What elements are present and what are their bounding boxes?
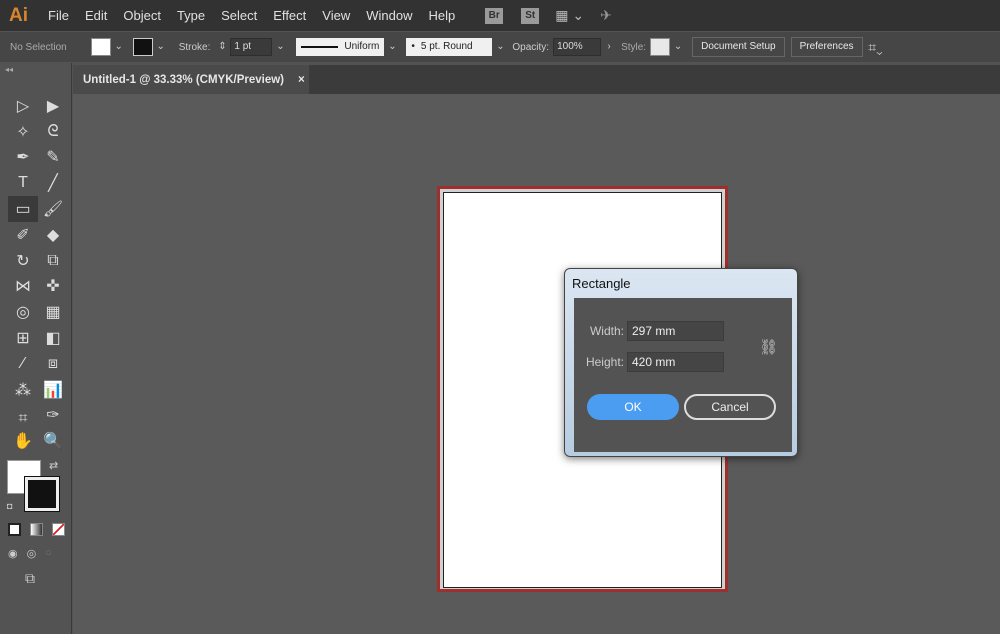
stroke-weight-input[interactable]: 1 pt bbox=[230, 38, 273, 56]
rotate-tool[interactable]: ↻ bbox=[8, 248, 38, 274]
control-bar: No Selection ⌄ ⌄ Stroke: ⇕ 1 pt ⌄ Unifor… bbox=[0, 32, 1000, 62]
gradient-tool[interactable]: ◧ bbox=[38, 325, 68, 351]
menu-select[interactable]: Select bbox=[213, 8, 265, 23]
puppet-warp-tool[interactable]: ✜ bbox=[38, 274, 68, 300]
profile-label: Uniform bbox=[344, 41, 380, 52]
gpu-performance-icon[interactable]: ✈ bbox=[600, 7, 612, 24]
draw-behind-icon[interactable]: ◎ bbox=[27, 547, 37, 560]
document-tab-bar: Untitled-1 @ 33.33% (CMYK/Preview) × bbox=[73, 65, 1000, 94]
pen-tool[interactable]: ✒ bbox=[8, 145, 38, 171]
gradient-mode-icon[interactable] bbox=[30, 523, 43, 536]
shape-builder-tool[interactable]: ◎ bbox=[8, 299, 38, 325]
stroke-dropdown-icon[interactable]: ⌄ bbox=[153, 38, 169, 56]
opacity-arrow-icon[interactable]: › bbox=[601, 38, 617, 56]
width-tool[interactable]: ⋈ bbox=[8, 274, 38, 300]
screen-mode-icon[interactable]: ⧉ bbox=[25, 570, 35, 587]
fill-swatch[interactable] bbox=[90, 38, 111, 56]
stroke-swatch[interactable] bbox=[132, 38, 153, 56]
ok-button[interactable]: OK bbox=[587, 394, 679, 420]
document-setup-button[interactable]: Document Setup bbox=[692, 37, 785, 57]
rectangle-tool[interactable]: ▭ bbox=[8, 196, 38, 222]
symbol-sprayer-tool[interactable]: ⁂ bbox=[8, 377, 38, 403]
bridge-icon[interactable]: Br bbox=[485, 7, 504, 24]
tools-panel: ◂◂ ▷ ▶ ✧ ᘓ ✒ ✎ T ╱ ▭ 🖌 ✐ ◆ ↻ ⧉ ⋈ ✜ ◎ ▦ ⊞ ◧ ⁄ ⧈ ⁂ 📊 ⌗ ✑ ✋ 🔍 ⇄ ◘ ◉ ◎ … bbox=[0, 63, 72, 634]
column-graph-tool[interactable]: 📊 bbox=[38, 377, 68, 403]
document-tab[interactable]: Untitled-1 @ 33.33% (CMYK/Preview) × bbox=[73, 65, 309, 94]
menu-bar: Ai File Edit Object Type Select Effect V… bbox=[0, 0, 1000, 31]
menu-type[interactable]: Type bbox=[169, 8, 213, 23]
rectangle-dialog: Rectangle Width: 297 mm Height: 420 mm ⛓ O… bbox=[564, 268, 798, 457]
width-label: Width: bbox=[589, 324, 624, 338]
brush-dropdown-icon[interactable]: ⌄ bbox=[492, 38, 508, 56]
slice-tool[interactable]: ✑ bbox=[38, 403, 68, 429]
blend-tool[interactable]: ⧈ bbox=[38, 351, 68, 377]
zoom-tool[interactable]: 🔍 bbox=[38, 428, 68, 454]
opacity-label: Opacity: bbox=[512, 41, 550, 53]
line-tool[interactable]: ╱ bbox=[38, 170, 68, 196]
menu-object[interactable]: Object bbox=[115, 8, 169, 23]
eraser-tool[interactable]: ◆ bbox=[38, 222, 68, 248]
scale-tool[interactable]: ⧉ bbox=[38, 248, 68, 274]
paintbrush-tool[interactable]: 🖌 bbox=[38, 196, 68, 222]
color-mode-icon[interactable] bbox=[8, 523, 21, 536]
cancel-button[interactable]: Cancel bbox=[684, 394, 776, 420]
variable-width-profile[interactable]: Uniform bbox=[296, 38, 385, 56]
style-label: Style: bbox=[621, 41, 647, 53]
lasso-tool[interactable]: ᘓ bbox=[38, 119, 68, 145]
draw-inside-icon[interactable]: ○ bbox=[45, 547, 52, 560]
menu-window[interactable]: Window bbox=[358, 8, 420, 23]
opacity-input[interactable]: 100% bbox=[553, 38, 602, 56]
shaper-tool[interactable]: ✐ bbox=[8, 222, 38, 248]
magic-wand-tool[interactable]: ✧ bbox=[8, 119, 38, 145]
fill-dropdown-icon[interactable]: ⌄ bbox=[111, 38, 127, 56]
none-mode-icon[interactable] bbox=[52, 523, 65, 536]
selection-status: No Selection bbox=[10, 41, 67, 53]
swap-colors-icon[interactable]: ⇄ bbox=[49, 459, 58, 472]
collapse-icon[interactable]: ◂◂ bbox=[5, 65, 13, 74]
stock-icon[interactable]: St bbox=[521, 7, 540, 24]
dialog-title: Rectangle bbox=[572, 276, 631, 291]
menu-file[interactable]: File bbox=[40, 8, 77, 23]
type-tool[interactable]: T bbox=[8, 170, 38, 196]
direct-selection-tool[interactable]: ▶ bbox=[38, 93, 68, 119]
app-logo: Ai bbox=[9, 4, 28, 26]
preferences-button[interactable]: Preferences bbox=[790, 37, 863, 57]
stroke-stepper[interactable]: ⇕ bbox=[214, 38, 230, 56]
style-swatch[interactable] bbox=[650, 38, 671, 56]
default-colors-icon[interactable]: ◘ bbox=[7, 501, 12, 511]
eyedropper-tool[interactable]: ⁄ bbox=[8, 351, 38, 377]
height-label: Height: bbox=[585, 355, 624, 369]
selection-tool[interactable]: ▷ bbox=[8, 93, 38, 119]
draw-normal-icon[interactable]: ◉ bbox=[8, 547, 18, 560]
constrain-proportions-icon[interactable]: ⛓ bbox=[759, 338, 778, 356]
brush-definition[interactable]: • 5 pt. Round bbox=[406, 38, 493, 56]
arrange-documents-icon[interactable]: ⌗⌄ bbox=[863, 38, 889, 56]
document-tab-title: Untitled-1 @ 33.33% (CMYK/Preview) bbox=[83, 73, 285, 86]
style-dropdown-icon[interactable]: ⌄ bbox=[670, 38, 686, 56]
artboard-tool[interactable]: ⌗ bbox=[8, 410, 38, 429]
menu-view[interactable]: View bbox=[314, 8, 358, 23]
curvature-tool[interactable]: ✎ bbox=[38, 145, 68, 171]
menu-edit[interactable]: Edit bbox=[77, 8, 115, 23]
perspective-grid-tool[interactable]: ▦ bbox=[38, 299, 68, 325]
mesh-tool[interactable]: ⊞ bbox=[8, 325, 38, 351]
menu-effect[interactable]: Effect bbox=[265, 8, 314, 23]
close-icon[interactable]: × bbox=[298, 74, 305, 86]
profile-dropdown-icon[interactable]: ⌄ bbox=[384, 38, 400, 56]
width-input[interactable]: 297 mm bbox=[627, 321, 724, 341]
stroke-label: Stroke: bbox=[178, 41, 211, 53]
stroke-weight-dropdown[interactable]: ⌄ bbox=[272, 38, 288, 56]
brush-label: 5 pt. Round bbox=[420, 41, 473, 52]
height-input[interactable]: 420 mm bbox=[627, 352, 724, 372]
workspace-layout-icon[interactable]: ▦ ⌄ bbox=[555, 7, 584, 24]
menu-help[interactable]: Help bbox=[420, 8, 463, 23]
hand-tool[interactable]: ✋ bbox=[8, 428, 38, 454]
stroke-color-box[interactable] bbox=[24, 476, 60, 512]
dialog-body: Width: 297 mm Height: 420 mm ⛓ OK Cancel bbox=[574, 298, 792, 452]
